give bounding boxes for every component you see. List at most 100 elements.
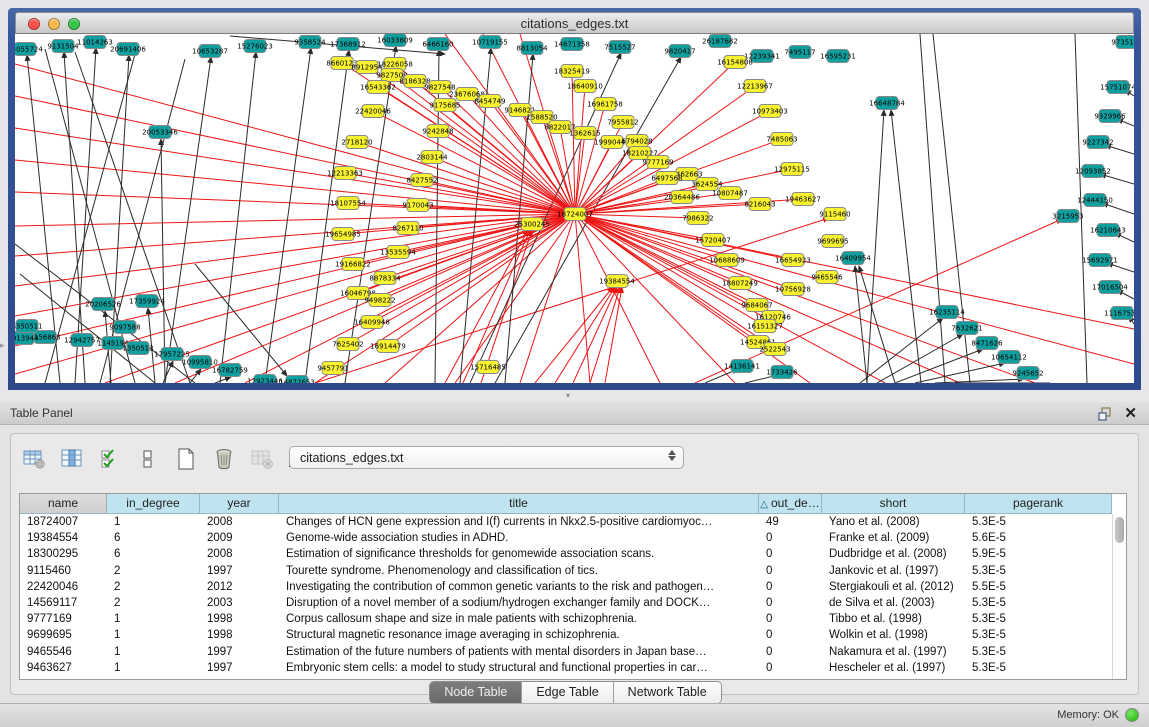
graph-node[interactable]: 19463627 [785,193,821,206]
graph-node[interactable]: 9820417 [664,45,695,58]
column-header-title[interactable]: title [279,494,759,514]
graph-node[interactable]: 16595231 [820,50,856,63]
new-column-icon[interactable] [173,446,199,472]
column-header-in_degree[interactable]: in_degree [107,494,200,514]
graph-node[interactable]: 20691406 [110,43,146,56]
graph-node[interactable]: 8454749 [474,95,505,108]
graph-node[interactable]: 14136141 [724,360,760,373]
table-settings-icon[interactable] [21,446,47,472]
graph-node[interactable]: 14055724 [15,43,43,56]
graph-node[interactable]: 9735121 [1111,36,1134,49]
graph-node[interactable]: 16961758 [587,98,623,111]
table-scrollbar[interactable] [1112,514,1126,679]
column-header-year[interactable]: year [200,494,279,514]
delete-table-icon[interactable] [249,446,275,472]
graph-node[interactable]: 11014263 [77,36,113,49]
graph-node[interactable]: 19384554 [599,275,635,288]
graph-node[interactable]: 6216043 [744,198,775,211]
graph-node[interactable]: 1350513 [122,342,153,355]
table-row[interactable]: 1938455462009Genome-wide association stu… [20,530,1112,546]
graph-node[interactable]: 19654985 [325,228,361,241]
graph-node[interactable]: 12923446 [247,375,283,384]
scrollbar-thumb[interactable] [1115,517,1124,543]
graph-node[interactable]: 1733426 [766,366,798,379]
graph-node[interactable]: 9131504 [47,40,79,53]
graph-node[interactable]: 17368912 [330,38,366,51]
graph-node[interactable]: 8471626 [971,337,1003,350]
graph-node[interactable]: 15751074 [1100,81,1134,94]
graph-node[interactable]: 7515527 [604,41,635,54]
graph-node[interactable]: 9465546 [811,271,843,284]
graph-node[interactable]: 9358524 [294,36,326,49]
select-all-columns-icon[interactable] [97,446,123,472]
graph-node[interactable]: 15276023 [237,40,273,53]
tab-edge-table[interactable]: Edge Table [522,682,613,703]
graph-node[interactable]: 18107554 [330,197,366,210]
column-header-out_de[interactable]: △out_de… [759,494,822,514]
unselect-all-columns-icon[interactable] [135,446,161,472]
graph-node[interactable]: 9777169 [642,156,673,169]
split-divider[interactable] [0,390,1149,402]
column-header-pagerank[interactable]: pagerank [965,494,1112,514]
table-row[interactable]: 969969511998Structural magnetic resonanc… [20,627,1112,643]
float-window-icon[interactable] [1097,406,1113,422]
table-row[interactable]: 946554611997Estimation of the future num… [20,644,1112,660]
table-row[interactable]: 946362711997Embryonic stem cells: a mode… [20,660,1112,676]
table-row[interactable]: 911546021997Tourette syndrome. Phenomeno… [20,563,1112,579]
graph-node[interactable]: 9175685 [429,99,460,112]
graph-node[interactable]: 7955812 [607,116,638,129]
graph-node[interactable]: 16409954 [835,252,871,265]
graph-node[interactable]: 2718120 [341,136,372,149]
graph-node[interactable]: 16235114 [929,306,965,319]
graph-node[interactable]: 3215953 [1052,210,1083,223]
graph-node[interactable]: 26187682 [702,35,738,48]
graph-node[interactable]: 9684067 [741,299,772,312]
graph-node[interactable]: 8813054 [516,42,548,55]
graph-node[interactable]: 2522543 [759,343,790,356]
close-panel-icon[interactable]: ✕ [1124,404,1137,422]
graph-node[interactable]: 18807249 [722,277,758,290]
graph-node[interactable]: 7632621 [951,322,982,335]
graph-node[interactable]: 20053346 [142,126,178,139]
table-selector-dropdown[interactable]: citations_edges.txt [289,446,684,469]
table-row[interactable]: 977716911998Corpus callosum shape and si… [20,611,1112,627]
graph-node[interactable]: 6794028 [621,135,652,148]
graph-node[interactable]: 14671358 [554,38,590,51]
graph-node[interactable]: 12975115 [774,163,810,176]
graph-node[interactable]: 9115460 [819,208,850,221]
panel-collapse-arrow-icon[interactable]: ▸ [0,340,5,351]
graph-node[interactable]: 8427552 [406,174,437,187]
table-row[interactable]: 1872400712008Changes of HCN gene express… [20,514,1112,530]
table-row[interactable]: 2242004622012Investigating the contribut… [20,579,1112,595]
graph-node[interactable]: 7625402 [332,338,363,351]
graph-node[interactable]: 9227342 [1082,136,1113,149]
graph-node[interactable]: 12942757 [64,334,100,347]
graph-node[interactable]: 7495117 [784,46,815,59]
graph-node[interactable]: 8878334 [369,272,401,285]
show-column-icon[interactable] [59,446,85,472]
table-row[interactable]: 1456911722003Disruption of a novel membe… [20,595,1112,611]
graph-node[interactable]: 10719155 [472,36,508,49]
graph-node[interactable]: 12213967 [737,80,773,93]
window-titlebar[interactable]: citations_edges.txt [15,12,1134,34]
graph-node[interactable]: 6497568 [651,172,682,185]
graph-node[interactable]: 9498222 [364,294,395,307]
graph-node[interactable]: 16409948 [354,316,390,329]
graph-node[interactable]: 20206526 [85,298,121,311]
network-canvas[interactable]: 14055724 91315041101426320691406 10653287 1… [15,34,1134,383]
graph-node[interactable]: 9097588 [109,321,140,334]
graph-node[interactable]: 16033809 [377,34,413,47]
split-handle-icon[interactable]: ▾ [566,391,570,400]
graph-node[interactable]: 16654923 [775,254,811,267]
graph-node[interactable]: 6466160 [422,38,453,51]
graph-node[interactable]: 8267110 [392,222,423,235]
graph-node[interactable]: 10973403 [752,105,788,118]
column-header-short[interactable]: short [822,494,965,514]
tab-node-table[interactable]: Node Table [430,682,522,703]
graph-node[interactable]: 16914479 [370,340,406,353]
column-header-name[interactable]: name [20,494,107,514]
graph-node[interactable]: 10653287 [192,45,228,58]
graph-node[interactable]: 17016504 [1092,281,1128,294]
graph-node[interactable]: 16648784 [869,97,905,110]
graph-node[interactable]: 9457791 [317,362,348,375]
